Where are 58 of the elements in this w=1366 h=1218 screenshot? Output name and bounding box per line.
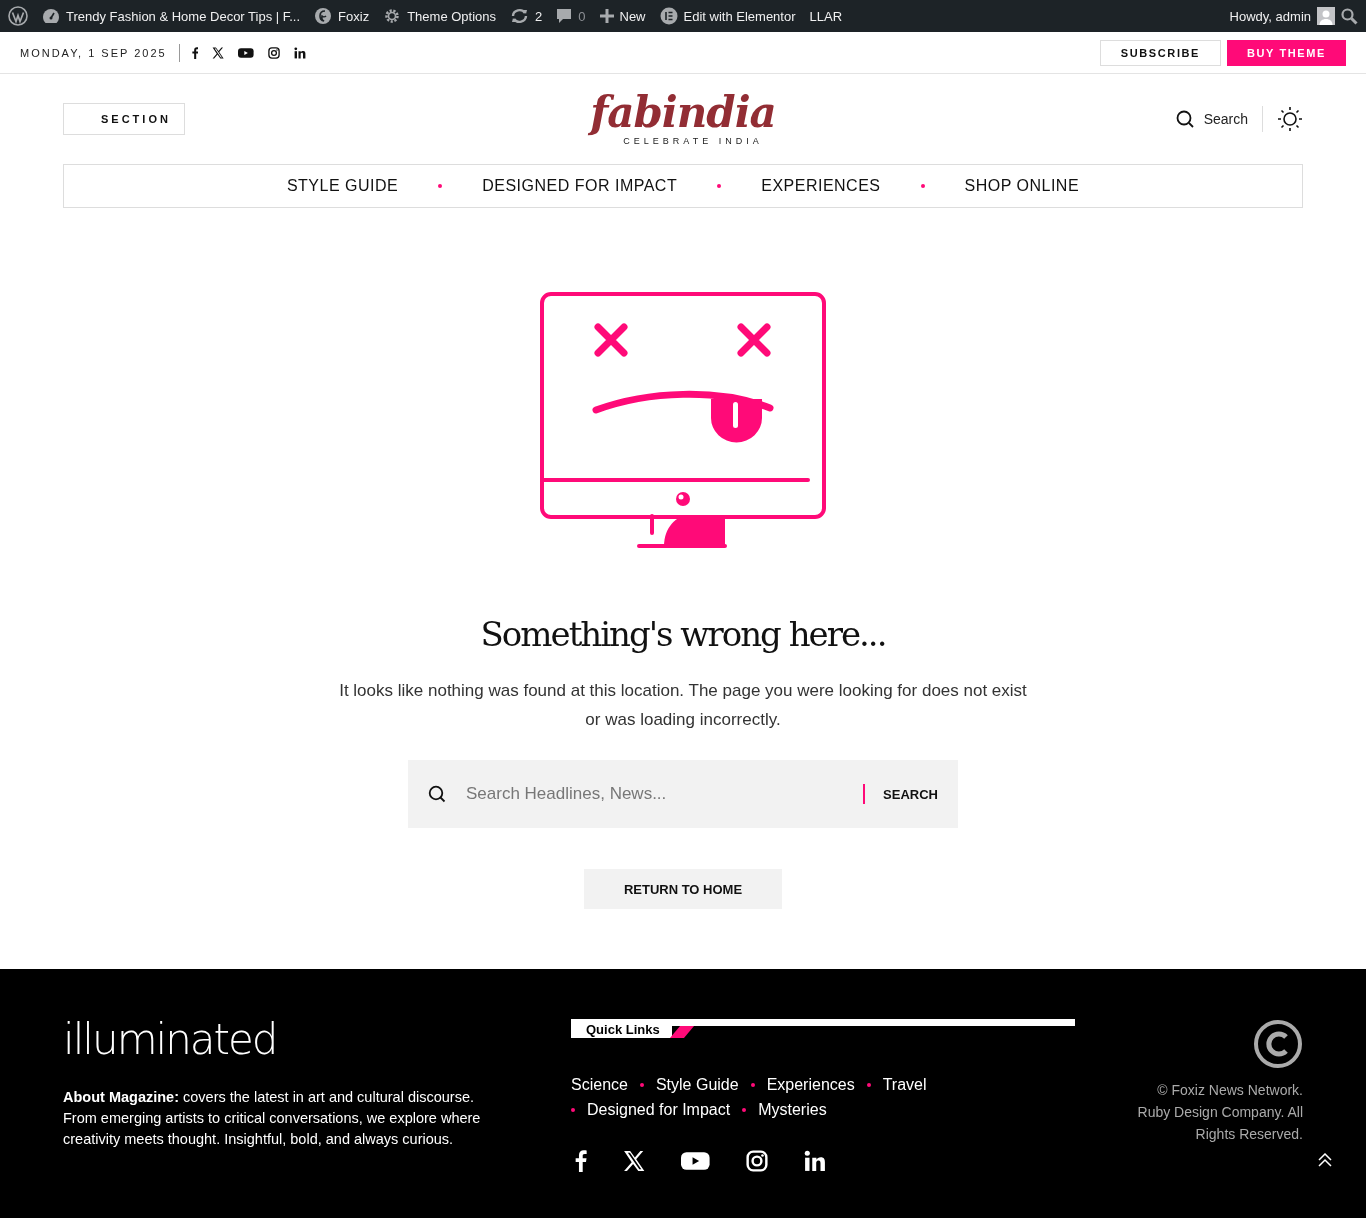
subscribe-button[interactable]: SUBSCRIBE (1099, 39, 1221, 66)
count-label[interactable]: 0 (578, 8, 586, 24)
facebook-icon[interactable] (575, 1150, 588, 1172)
search-field[interactable]: Search Headlines, News... SEARCH (408, 760, 958, 828)
admin-bar-link[interactable]: Edit with Elementor (683, 8, 796, 24)
logo-tagline: CELEBRATE INDIA (622, 136, 763, 146)
plus-icon (599, 9, 614, 23)
menu-link[interactable]: STYLE GUIDE (286, 177, 399, 195)
theme-logo-icon (314, 7, 333, 25)
menu-link[interactable]: SHOP ONLINE (964, 177, 1080, 195)
x-logo-icon[interactable] (212, 46, 225, 59)
footer-link[interactable]: Designed for Impact (587, 1099, 731, 1120)
avatar-icon (1317, 7, 1335, 25)
admin-bar-link[interactable]: New (619, 8, 646, 24)
count-label[interactable]: 2 (535, 8, 543, 24)
sun-icon[interactable] (1277, 106, 1303, 132)
elementor-logo-icon (659, 7, 678, 25)
comment-icon (556, 8, 573, 24)
gear-icon (383, 7, 402, 25)
admin-bar-link[interactable]: Foxiz (338, 8, 370, 24)
admin-bar-link[interactable]: Trendy Fashion & Home Decor Tips | F... (66, 8, 301, 24)
linkedin-icon[interactable] (293, 46, 306, 59)
error-message: It looks like nothing was found at this location. The page you were looking for does not exist or was loading incorrectly. (338, 680, 1028, 731)
buy-theme-button[interactable]: BUY THEME (1227, 39, 1346, 66)
play-button-icon[interactable] (238, 46, 254, 59)
site-logo[interactable]: fabindia (590, 92, 776, 134)
linkedin-icon[interactable] (803, 1150, 826, 1172)
footer-link[interactable]: Mysteries (758, 1099, 827, 1120)
about-text: About Magazine: covers the latest in art and cultural discourse. From emerging artists to critical conversations, we explore where creativity meets thought. Insightful, bold, and always curious. (63, 1088, 482, 1149)
gauge-icon (42, 8, 60, 24)
camera-icon[interactable] (267, 46, 280, 59)
section-button[interactable]: SECTION (63, 103, 185, 135)
search-link[interactable]: Search (1203, 111, 1248, 127)
footer-link[interactable]: Experiences (766, 1074, 855, 1095)
menu-link[interactable]: DESIGNED FOR IMPACT (482, 177, 678, 195)
admin-bar-link[interactable]: Theme Options (407, 8, 497, 24)
menu-link[interactable]: EXPERIENCES (761, 177, 881, 195)
footer-logo[interactable]: illuminated (63, 1019, 571, 1061)
x-logo-icon[interactable] (623, 1150, 646, 1172)
search-icon[interactable] (1175, 110, 1194, 128)
refresh-icon (510, 8, 530, 24)
copyright-icon (1253, 1019, 1303, 1069)
user-greeting[interactable]: Howdy, admin (1229, 8, 1311, 24)
scroll-to-top-icon[interactable] (1317, 1153, 1333, 1167)
facebook-icon[interactable] (191, 46, 199, 59)
wordpress-logo-icon[interactable] (8, 6, 28, 26)
copyright-text: © Foxiz News Network. Ruby Design Company. All Rights Reserved. (1136, 1081, 1303, 1144)
footer-link[interactable]: Style Guide (655, 1074, 739, 1095)
error-heading: Something's wrong here... (480, 614, 886, 654)
admin-bar-link[interactable]: LLAR (809, 8, 843, 24)
search-icon (428, 785, 446, 803)
return-home-button[interactable]: RETURN TO HOME (584, 869, 782, 909)
footer-link[interactable]: Travel (882, 1074, 927, 1095)
search-button[interactable]: SEARCH (883, 786, 938, 802)
date-label: MONDAY, 1 SEP 2025 (20, 46, 167, 59)
play-button-icon[interactable] (681, 1150, 710, 1172)
footer-link[interactable]: Science (571, 1074, 628, 1095)
search-icon[interactable] (1341, 7, 1358, 25)
